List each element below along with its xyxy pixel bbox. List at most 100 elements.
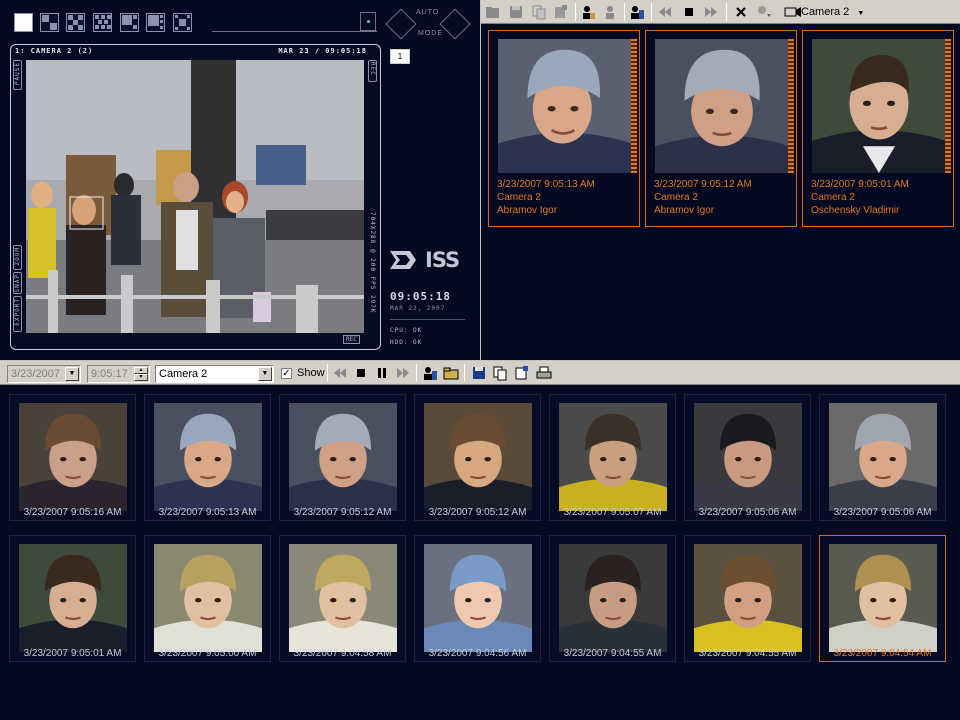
chevron-down-icon[interactable]: ▼ bbox=[65, 367, 79, 381]
face-image bbox=[559, 544, 667, 652]
face-thumbnail-photo bbox=[154, 544, 262, 652]
face-thumbnail[interactable]: 3/23/2007 9:05:06 AM bbox=[819, 394, 946, 521]
live-video-panel: AUTO MODE 1: CAMERA 2 (2) MAR 23 / 09:05… bbox=[0, 0, 480, 360]
layout-1x1-button[interactable] bbox=[14, 13, 33, 32]
face-thumbnail[interactable]: 3/23/2007 9:05:00 AM bbox=[144, 535, 271, 662]
chevron-down-icon[interactable]: ▼ bbox=[258, 367, 272, 381]
rewind-icon[interactable] bbox=[657, 4, 673, 20]
person-compare-icon[interactable] bbox=[629, 4, 645, 20]
face-thumbnail[interactable]: 3/23/2007 9:04:58 AM bbox=[279, 535, 406, 662]
face-thumbnail-photo bbox=[289, 544, 397, 652]
face-image bbox=[694, 403, 802, 511]
mode-next-icon[interactable] bbox=[439, 8, 471, 40]
rec-label: REC bbox=[343, 335, 360, 344]
camera-video-feed[interactable] bbox=[26, 60, 364, 333]
face-gallery-panel: 3/23/2007 ▼ 9:05:17 ▲ ▼ Camera 2 ▼ ✓ Sho… bbox=[0, 360, 960, 720]
face-thumbnail[interactable]: 3/23/2007 9:05:12 AM bbox=[279, 394, 406, 521]
face-thumbnail-time: 3/23/2007 9:05:01 AM bbox=[23, 648, 122, 659]
face-image bbox=[19, 403, 127, 511]
face-image bbox=[812, 39, 946, 173]
face-thumbnail[interactable]: 3/23/2007 9:05:07 AM bbox=[549, 394, 676, 521]
time-value: 9:05:17 bbox=[91, 368, 128, 380]
face-image bbox=[154, 544, 262, 652]
match-camera: Camera 2 bbox=[654, 192, 698, 203]
show-checkbox[interactable]: ✓ bbox=[281, 368, 292, 379]
layout-2x2-button[interactable] bbox=[40, 13, 59, 32]
layout-1plus7-button[interactable] bbox=[146, 13, 165, 32]
face-thumbnail[interactable]: 3/23/2007 9:04:56 AM bbox=[414, 535, 541, 662]
filter-icon[interactable] bbox=[755, 4, 771, 20]
toolbar-separator bbox=[624, 3, 625, 21]
match-name: Oschensky Vladimir bbox=[811, 205, 900, 216]
face-thumbnail[interactable]: 3/23/2007 9:05:12 AM bbox=[414, 394, 541, 521]
mode-prev-icon[interactable] bbox=[385, 8, 417, 40]
face-thumbnail-time: 3/23/2007 9:05:12 AM bbox=[293, 507, 392, 518]
layout-1plus5-button[interactable] bbox=[120, 13, 139, 32]
face-thumbnail-time: 3/23/2007 9:05:07 AM bbox=[563, 507, 662, 518]
open-icon[interactable] bbox=[485, 4, 501, 20]
save-icon[interactable] bbox=[471, 365, 487, 381]
copy-icon[interactable] bbox=[492, 365, 508, 381]
face-image bbox=[694, 544, 802, 652]
export-icon[interactable] bbox=[553, 4, 569, 20]
camera-search-field[interactable] bbox=[212, 13, 377, 32]
camera-number-badge[interactable]: 1 bbox=[390, 49, 410, 64]
export-icon[interactable] bbox=[514, 365, 530, 381]
face-thumbnail-time: 3/23/2007 9:04:55 AM bbox=[563, 648, 662, 659]
layout-1plus12-button[interactable] bbox=[173, 13, 192, 32]
stop-icon[interactable] bbox=[681, 4, 697, 20]
face-thumbnail[interactable]: 3/23/2007 9:05:06 AM bbox=[684, 394, 811, 521]
face-thumbnail-time: 3/23/2007 9:05:16 AM bbox=[23, 507, 122, 518]
spin-down-icon[interactable]: ▼ bbox=[134, 374, 148, 381]
match-score-bar bbox=[945, 39, 951, 173]
layout-4x4-button[interactable] bbox=[93, 13, 112, 32]
snap-tab-label: SNAP bbox=[14, 274, 21, 293]
face-thumbnail-photo bbox=[829, 403, 937, 511]
toolbar-separator bbox=[327, 364, 328, 382]
face-image bbox=[289, 403, 397, 511]
stop-icon[interactable] bbox=[353, 365, 369, 381]
layout-3x3-button[interactable] bbox=[66, 13, 85, 32]
date-picker[interactable]: 3/23/2007 ▼ bbox=[7, 365, 81, 383]
spin-up-icon[interactable]: ▲ bbox=[134, 367, 148, 374]
person-icon[interactable] bbox=[580, 4, 596, 20]
face-thumbnail[interactable]: 3/23/2007 9:04:55 AM bbox=[684, 535, 811, 662]
camera-dropdown-value: Camera 2 bbox=[159, 368, 208, 380]
export-tab-label: EXPORT bbox=[14, 298, 21, 326]
pause-icon[interactable] bbox=[374, 365, 390, 381]
print-icon[interactable] bbox=[536, 365, 552, 381]
forward-icon[interactable] bbox=[395, 365, 411, 381]
person-compare-icon[interactable] bbox=[422, 365, 438, 381]
person-search-icon[interactable] bbox=[603, 4, 619, 20]
forward-icon[interactable] bbox=[703, 4, 719, 20]
face-thumbnail[interactable]: 3/23/2007 9:05:16 AM bbox=[9, 394, 136, 521]
match-card[interactable]: 3/23/2007 9:05:01 AM Camera 2 Oschensky … bbox=[802, 30, 954, 227]
video-header: 1: CAMERA 2 (2) MAR 23 / 09:05:18 bbox=[15, 47, 367, 57]
match-face-photo bbox=[812, 39, 946, 173]
folder-icon[interactable] bbox=[443, 365, 459, 381]
rewind-icon[interactable] bbox=[332, 365, 348, 381]
search-indicator-icon[interactable] bbox=[360, 12, 376, 31]
face-image bbox=[829, 544, 937, 652]
face-thumbnail-photo bbox=[559, 403, 667, 511]
face-thumbnail[interactable]: 3/23/2007 9:05:13 AM bbox=[144, 394, 271, 521]
toolbar-separator bbox=[464, 364, 465, 382]
match-card[interactable]: 3/23/2007 9:05:12 AM Camera 2 Abramov Ig… bbox=[645, 30, 797, 227]
save-icon[interactable] bbox=[508, 4, 524, 20]
face-image bbox=[289, 544, 397, 652]
cpu-status: CPU: OK bbox=[390, 327, 423, 334]
face-thumbnail[interactable]: 3/23/2007 9:05:01 AM bbox=[9, 535, 136, 662]
copy-icon[interactable] bbox=[531, 4, 547, 20]
face-thumbnail[interactable]: 3/23/2007 9:04:55 AM bbox=[549, 535, 676, 662]
face-thumbnail-photo bbox=[424, 544, 532, 652]
identification-panel: Camera 2 ▼ 3/23/2007 9:05:13 AM Camera 2… bbox=[480, 0, 960, 360]
close-icon[interactable] bbox=[733, 4, 749, 20]
face-thumbnail-photo bbox=[154, 403, 262, 511]
toolbar-separator bbox=[726, 3, 727, 21]
face-thumbnail[interactable]: 3/23/2007 9:04:54 AM bbox=[819, 535, 946, 662]
camera-dropdown[interactable]: Camera 2 ▼ bbox=[155, 365, 274, 383]
match-datetime: 3/23/2007 9:05:13 AM bbox=[497, 179, 595, 190]
match-card[interactable]: 3/23/2007 9:05:13 AM Camera 2 Abramov Ig… bbox=[488, 30, 640, 227]
camera-select-dropdown[interactable]: Camera 2 ▼ bbox=[801, 4, 864, 20]
time-spinner[interactable]: 9:05:17 ▲ ▼ bbox=[87, 365, 150, 383]
